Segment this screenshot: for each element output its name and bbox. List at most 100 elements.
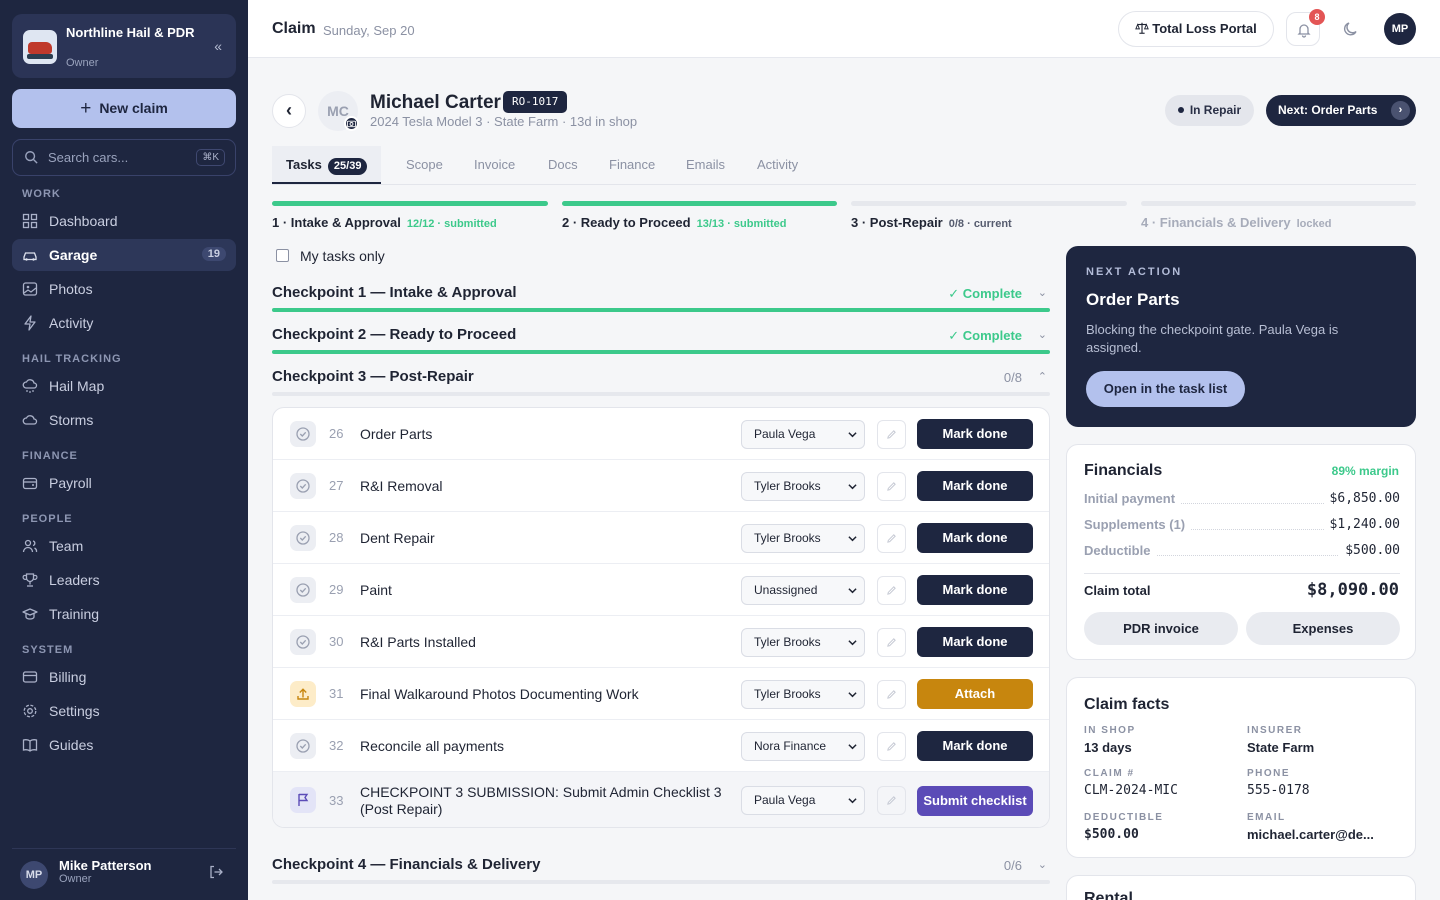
check-circle-icon[interactable] — [290, 733, 316, 759]
tab-emails[interactable]: Emails — [686, 146, 725, 184]
claim-total-value: $8,090.00 — [1306, 580, 1399, 600]
progress-bar — [272, 201, 548, 206]
tab-finance[interactable]: Finance — [609, 146, 655, 184]
wallet-icon — [22, 477, 38, 490]
sidebar-item-payroll[interactable]: Payroll — [12, 467, 236, 499]
checkpoint-section-3[interactable]: Checkpoint 3 — Post-Repair 0/8 ⌃ — [272, 366, 1050, 402]
assignee-select[interactable]: Tyler Brooks — [741, 472, 865, 501]
mark-done-button[interactable]: Mark done — [917, 419, 1033, 449]
mark-done-button[interactable]: Mark done — [917, 575, 1033, 605]
my-tasks-checkbox[interactable] — [276, 249, 289, 262]
sidebar-item-team[interactable]: Team — [12, 530, 236, 562]
upload-icon[interactable] — [290, 681, 316, 707]
sidebar-item-billing[interactable]: Billing — [12, 661, 236, 693]
checkpoint-section-2[interactable]: Checkpoint 2 — Ready to Proceed ✓ Comple… — [272, 324, 1050, 360]
total-loss-portal-button[interactable]: Total Loss Portal — [1118, 11, 1274, 47]
avatar: MP — [20, 861, 48, 889]
sidebar-item-label: Dashboard — [49, 213, 118, 229]
collapse-sidebar-icon[interactable]: « — [214, 38, 222, 54]
assignee-select[interactable]: Unassigned — [741, 576, 865, 605]
tab-scope[interactable]: Scope — [406, 146, 443, 184]
fact-label: EMAIL — [1247, 812, 1286, 823]
checkpoint-progress-3[interactable]: 3 · Post-Repair 0/8 · current — [851, 201, 1127, 231]
gear-icon — [23, 704, 37, 718]
assignee-select[interactable]: Paula Vega — [741, 786, 865, 815]
avatar[interactable]: MP — [1384, 13, 1416, 45]
customer-avatar[interactable]: MC — [318, 91, 359, 131]
sidebar-item-hail-map[interactable]: Hail Map — [12, 370, 236, 402]
status-badge[interactable]: In Repair — [1165, 95, 1254, 126]
tab-tasks[interactable]: Tasks 25/39 — [272, 146, 382, 184]
sidebar-item-garage[interactable]: Garage 19 — [12, 239, 236, 271]
checkpoint-progress-2[interactable]: 2 · Ready to Proceed 13/13 · submitted — [562, 201, 837, 231]
edit-button[interactable] — [877, 472, 906, 501]
notifications-button[interactable]: 8 — [1286, 9, 1325, 46]
check-circle-icon[interactable] — [290, 421, 316, 447]
sidebar-item-dashboard[interactable]: Dashboard — [12, 205, 236, 237]
next-step-button[interactable]: Next: Order Parts › — [1266, 95, 1416, 126]
camera-icon[interactable] — [344, 116, 359, 131]
attach-button[interactable]: Attach — [917, 679, 1033, 709]
checkpoint-section-1[interactable]: Checkpoint 1 — Intake & Approval ✓ Compl… — [272, 282, 1050, 318]
fact-value: 13 days — [1084, 740, 1132, 755]
assignee-value: Tyler Brooks — [754, 531, 821, 545]
edit-button[interactable] — [877, 628, 906, 657]
assignee-select[interactable]: Nora Finance — [741, 732, 865, 761]
section-title: Checkpoint 4 — Financials & Delivery — [272, 856, 541, 873]
mark-done-button[interactable]: Mark done — [917, 523, 1033, 553]
pencil-icon — [887, 742, 896, 751]
sidebar-item-storms[interactable]: Storms — [12, 404, 236, 436]
assignee-select[interactable]: Tyler Brooks — [741, 628, 865, 657]
assignee-select[interactable]: Tyler Brooks — [741, 524, 865, 553]
logout-icon[interactable] — [208, 864, 224, 880]
open-task-button[interactable]: Open in the task list — [1086, 371, 1245, 407]
checkpoint-progress-1[interactable]: 1 · Intake & Approval 12/12 · submitted — [272, 201, 548, 231]
sidebar-item-settings[interactable]: Settings — [12, 695, 236, 727]
org-logo — [23, 30, 57, 64]
sidebar-item-training[interactable]: Training — [12, 598, 236, 630]
org-switcher[interactable]: Northline Hail & PDR Owner « — [12, 14, 236, 78]
edit-button[interactable] — [877, 420, 906, 449]
checkpoint-section-4[interactable]: Checkpoint 4 — Financials & Delivery 0/6… — [272, 854, 1050, 890]
sidebar-item-guides[interactable]: Guides — [12, 729, 236, 761]
sidebar-item-photos[interactable]: Photos — [12, 273, 236, 305]
tab-docs[interactable]: Docs — [548, 146, 578, 184]
mark-done-button[interactable]: Mark done — [917, 627, 1033, 657]
flag-icon[interactable] — [290, 787, 316, 813]
sidebar-item-activity[interactable]: Activity — [12, 307, 236, 339]
edit-button[interactable] — [877, 576, 906, 605]
search-input[interactable]: Search cars... ⌘K — [12, 139, 236, 176]
check-circle-icon[interactable] — [290, 525, 316, 551]
new-claim-button[interactable]: + New claim — [12, 89, 236, 128]
mark-done-button[interactable]: Mark done — [917, 471, 1033, 501]
task-number: 30 — [329, 634, 344, 649]
check-circle-icon[interactable] — [290, 473, 316, 499]
section-system: SYSTEM — [22, 644, 74, 656]
edit-button[interactable] — [877, 680, 906, 709]
moon-icon[interactable] — [1342, 20, 1360, 38]
edit-button[interactable] — [877, 732, 906, 761]
chevron-down-icon: ⌄ — [1037, 329, 1047, 341]
next-action-card: NEXT ACTION Order Parts Blocking the che… — [1066, 246, 1416, 427]
edit-button[interactable] — [877, 524, 906, 553]
margin-badge: 89% margin — [1331, 464, 1399, 478]
check-circle-icon[interactable] — [290, 629, 316, 655]
fact-value: $500.00 — [1084, 827, 1139, 842]
assignee-select[interactable]: Paula Vega — [741, 420, 865, 449]
pencil-icon — [887, 586, 896, 595]
image-icon — [22, 282, 38, 296]
rental-card: Rental — [1066, 875, 1416, 900]
check-circle-icon[interactable] — [290, 577, 316, 603]
tab-invoice[interactable]: Invoice — [474, 146, 515, 184]
financial-line-label: Supplements (1) — [1084, 517, 1192, 532]
sidebar-item-leaders[interactable]: Leaders — [12, 564, 236, 596]
chevron-down-icon — [848, 536, 857, 542]
mark-done-button[interactable]: Mark done — [917, 731, 1033, 761]
expenses-button[interactable]: Expenses — [1246, 612, 1400, 645]
assignee-select[interactable]: Tyler Brooks — [741, 680, 865, 709]
back-button[interactable]: ‹ — [272, 94, 306, 128]
submit-checklist-button[interactable]: Submit checklist — [917, 786, 1033, 816]
pdr-invoice-button[interactable]: PDR invoice — [1084, 612, 1238, 645]
tab-activity[interactable]: Activity — [757, 146, 798, 184]
edit-button[interactable] — [877, 786, 906, 815]
